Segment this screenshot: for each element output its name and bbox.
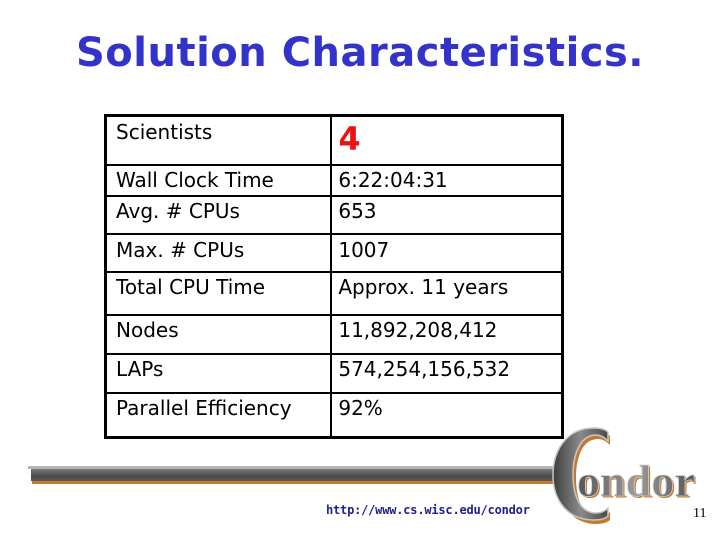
condor-logo-icon: ondor ondor xyxy=(552,427,697,524)
row-value: 574,254,156,532 xyxy=(330,353,564,394)
slide-title: Solution Characteristics. xyxy=(76,30,644,76)
row-label: Avg. # CPUs xyxy=(104,195,333,235)
bar-body xyxy=(31,469,568,481)
row-label: Total CPU Time xyxy=(104,271,333,316)
table-row: Total CPU Time Approx. 11 years xyxy=(104,271,564,316)
row-value: 1007 xyxy=(330,233,564,273)
row-value: 653 xyxy=(330,195,564,235)
row-label: Nodes xyxy=(104,314,333,355)
table-row: Max. # CPUs 1007 xyxy=(104,233,564,273)
row-value: 11,892,208,412 xyxy=(330,314,564,355)
table-row: Wall Clock Time 6:22:04:31 xyxy=(104,164,564,197)
row-label: Scientists xyxy=(104,114,333,166)
row-label: Wall Clock Time xyxy=(104,164,333,197)
row-value: 4 xyxy=(330,114,564,166)
row-value: Approx. 11 years xyxy=(330,271,564,316)
footer-url: http://www.cs.wisc.edu/condor xyxy=(326,503,530,517)
row-label: LAPs xyxy=(104,353,333,394)
row-label: Max. # CPUs xyxy=(104,233,333,273)
table-row: Parallel Efficiency 92% xyxy=(104,392,564,439)
table-row: Nodes 11,892,208,412 xyxy=(104,314,564,355)
table-row: Scientists 4 xyxy=(104,114,564,166)
solution-characteristics-table: Scientists 4 Wall Clock Time 6:22:04:31 … xyxy=(104,114,564,439)
svg-text:ondor: ondor xyxy=(577,457,695,506)
row-label: Parallel Efficiency xyxy=(104,392,333,439)
scientists-count: 4 xyxy=(338,120,361,158)
row-value: 92% xyxy=(330,392,564,439)
page-number: 11 xyxy=(693,506,707,521)
table-row: Avg. # CPUs 653 xyxy=(104,195,564,235)
decorative-bar xyxy=(28,466,568,484)
bar-accent-line xyxy=(32,481,568,484)
row-value: 6:22:04:31 xyxy=(330,164,564,197)
table-row: LAPs 574,254,156,532 xyxy=(104,353,564,394)
condor-logo: ondor ondor xyxy=(548,424,708,524)
